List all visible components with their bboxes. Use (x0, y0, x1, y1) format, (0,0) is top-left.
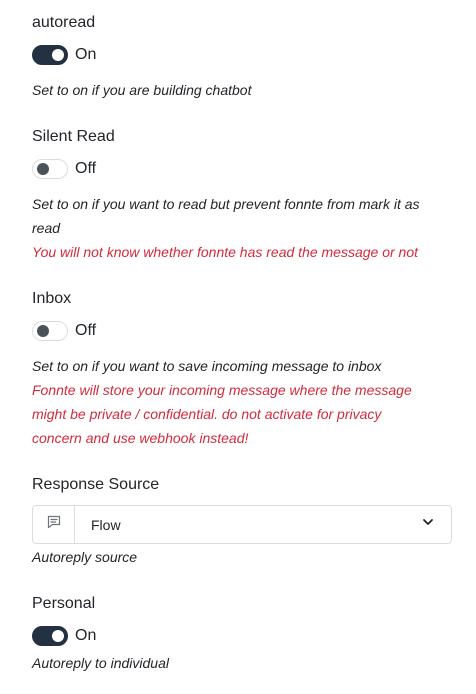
inbox-title: Inbox (32, 290, 72, 307)
inbox-state-label: Off (75, 322, 97, 339)
response-source-help: Autoreply source (32, 549, 138, 565)
silent-read-switch-row: Off (32, 159, 96, 179)
inbox-warning-line: Fonnte will store your incoming message … (32, 382, 412, 398)
autoread-title: autoread (32, 14, 96, 31)
chevron-down-icon (421, 515, 435, 534)
inbox-help: Set to on if you want to save incoming m… (32, 354, 452, 450)
response-source-dropdown[interactable]: Flow (75, 506, 451, 543)
autoread-toggle[interactable] (32, 45, 68, 65)
autoread-switch-row: On (32, 45, 96, 65)
inbox-toggle[interactable] (32, 321, 68, 341)
toggle-knob (37, 163, 49, 175)
inbox-switch-row: Off (32, 321, 96, 341)
message-square-icon (46, 514, 62, 535)
silent-read-title: Silent Read (32, 128, 115, 145)
personal-switch-row: On (32, 626, 96, 646)
silent-read-state-label: Off (75, 160, 97, 177)
inbox-help-line: Set to on if you want to save incoming m… (32, 358, 382, 374)
silent-read-help-line: Set to on if you want to read but preven… (32, 196, 420, 212)
inbox-warning-line: might be private / confidential. do not … (32, 406, 382, 422)
personal-help: Autoreply to individual (32, 655, 169, 671)
silent-read-toggle[interactable] (32, 159, 68, 179)
silent-read-help: Set to on if you want to read but preven… (32, 192, 452, 264)
response-source-select[interactable]: Flow (32, 505, 452, 544)
select-addon (33, 506, 75, 543)
personal-state-label: On (75, 627, 97, 644)
autoread-help: Set to on if you are building chatbot (32, 82, 252, 98)
response-source-value: Flow (91, 516, 121, 533)
response-source-title: Response Source (32, 476, 160, 493)
inbox-warning-line: concern and use webhook instead! (32, 430, 249, 446)
toggle-knob (37, 325, 49, 337)
toggle-knob (52, 630, 64, 642)
toggle-knob (52, 49, 64, 61)
autoread-state-label: On (75, 46, 97, 63)
silent-read-help-line: read (32, 220, 61, 236)
personal-toggle[interactable] (32, 626, 68, 646)
personal-title: Personal (32, 595, 96, 612)
silent-read-warning: You will not know whether fonnte has rea… (32, 244, 419, 260)
